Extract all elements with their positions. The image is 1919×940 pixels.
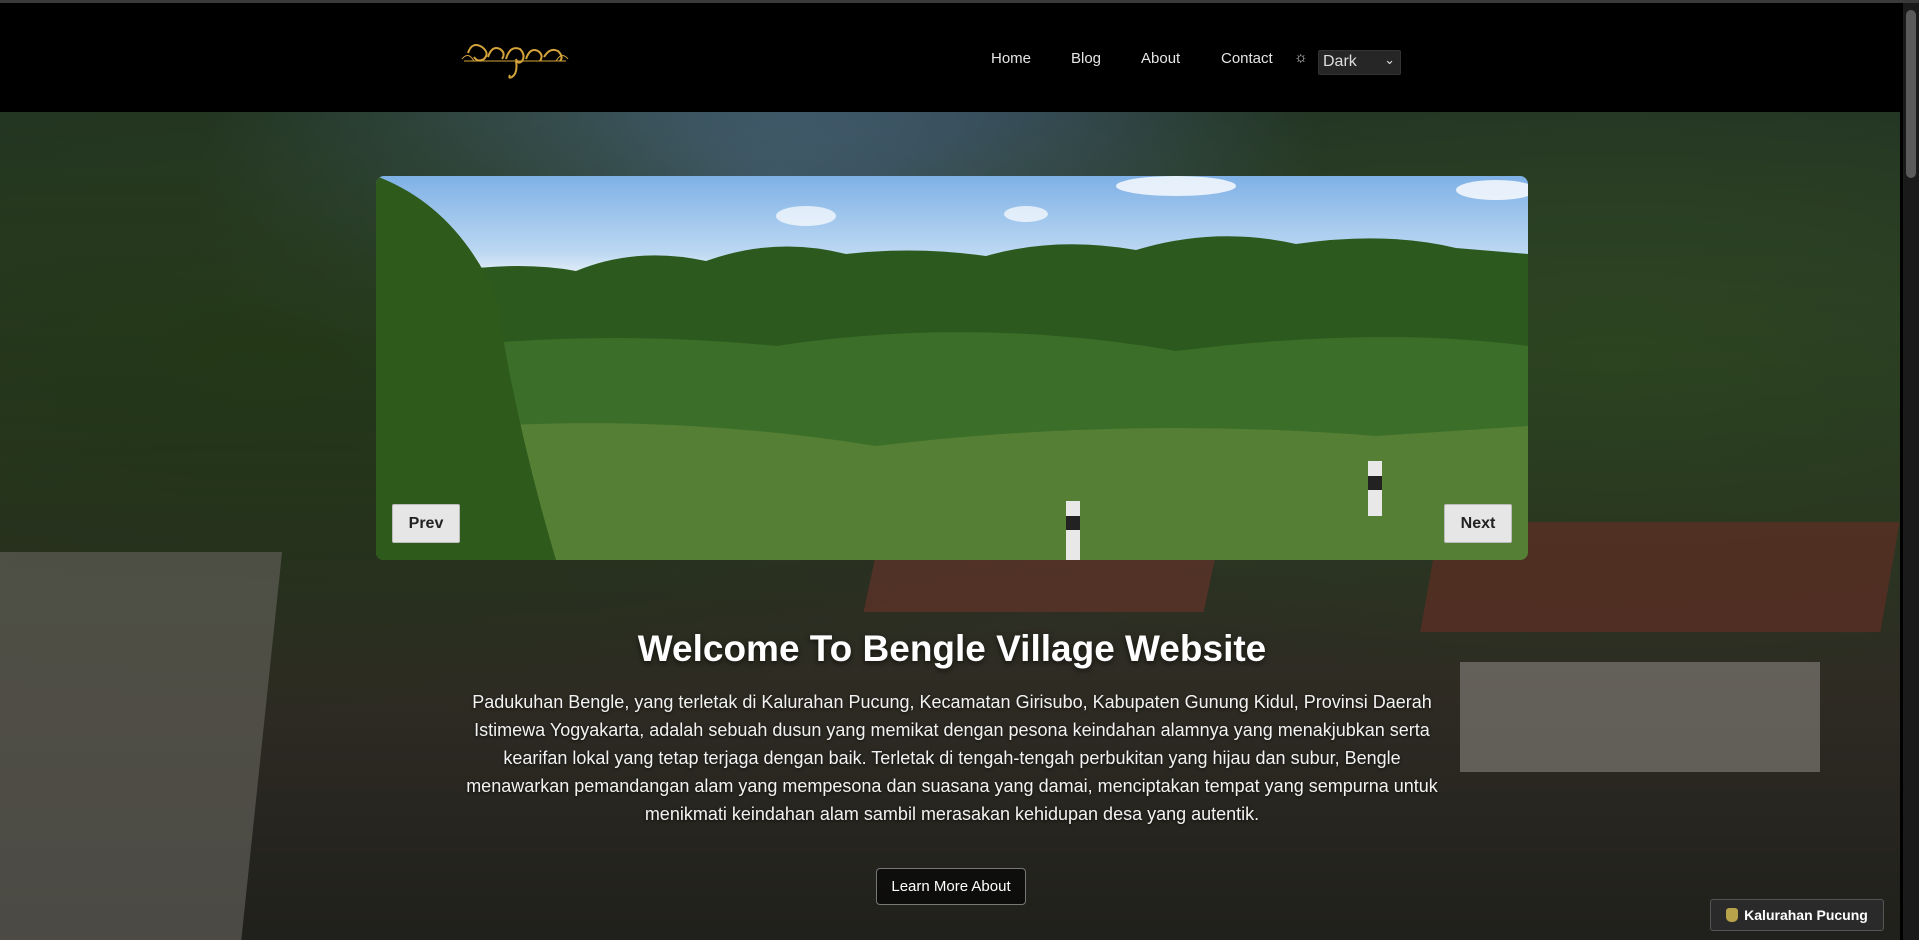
navbar: Home Blog About Contact ☼ Dark ⌄ — [0, 3, 1900, 112]
nav-link-about[interactable]: About — [1141, 50, 1180, 67]
carousel-next-button[interactable]: Next — [1444, 504, 1512, 543]
nav-link-home[interactable]: Home — [991, 50, 1031, 67]
nav-link-contact[interactable]: Contact — [1221, 50, 1273, 67]
site-logo[interactable] — [460, 31, 570, 85]
sun-icon: ☼ — [1294, 49, 1308, 66]
carousel-slide-image — [376, 176, 1528, 560]
emblem-icon — [1726, 908, 1739, 922]
background-roof-left — [863, 552, 1217, 612]
theme-select-value: Dark — [1323, 53, 1357, 70]
theme-select[interactable]: Dark ⌄ — [1318, 50, 1401, 75]
scrollbar-thumb[interactable] — [1906, 10, 1916, 178]
logo-script-icon — [461, 44, 569, 79]
hero-title: Welcome To Bengle Village Website — [637, 628, 1267, 669]
nav-link-blog[interactable]: Blog — [1071, 50, 1101, 67]
kalurahan-badge[interactable]: Kalurahan Pucung — [1710, 899, 1884, 931]
badge-label: Kalurahan Pucung — [1744, 907, 1868, 923]
background-wall — [1460, 662, 1820, 772]
carousel-prev-button[interactable]: Prev — [392, 504, 460, 543]
background-road — [0, 552, 283, 940]
hero-description: Padukuhan Bengle, yang terletak di Kalur… — [466, 692, 1438, 824]
image-carousel — [376, 176, 1528, 560]
learn-more-button[interactable]: Learn More About — [876, 868, 1026, 905]
chevron-down-icon: ⌄ — [1384, 52, 1395, 67]
